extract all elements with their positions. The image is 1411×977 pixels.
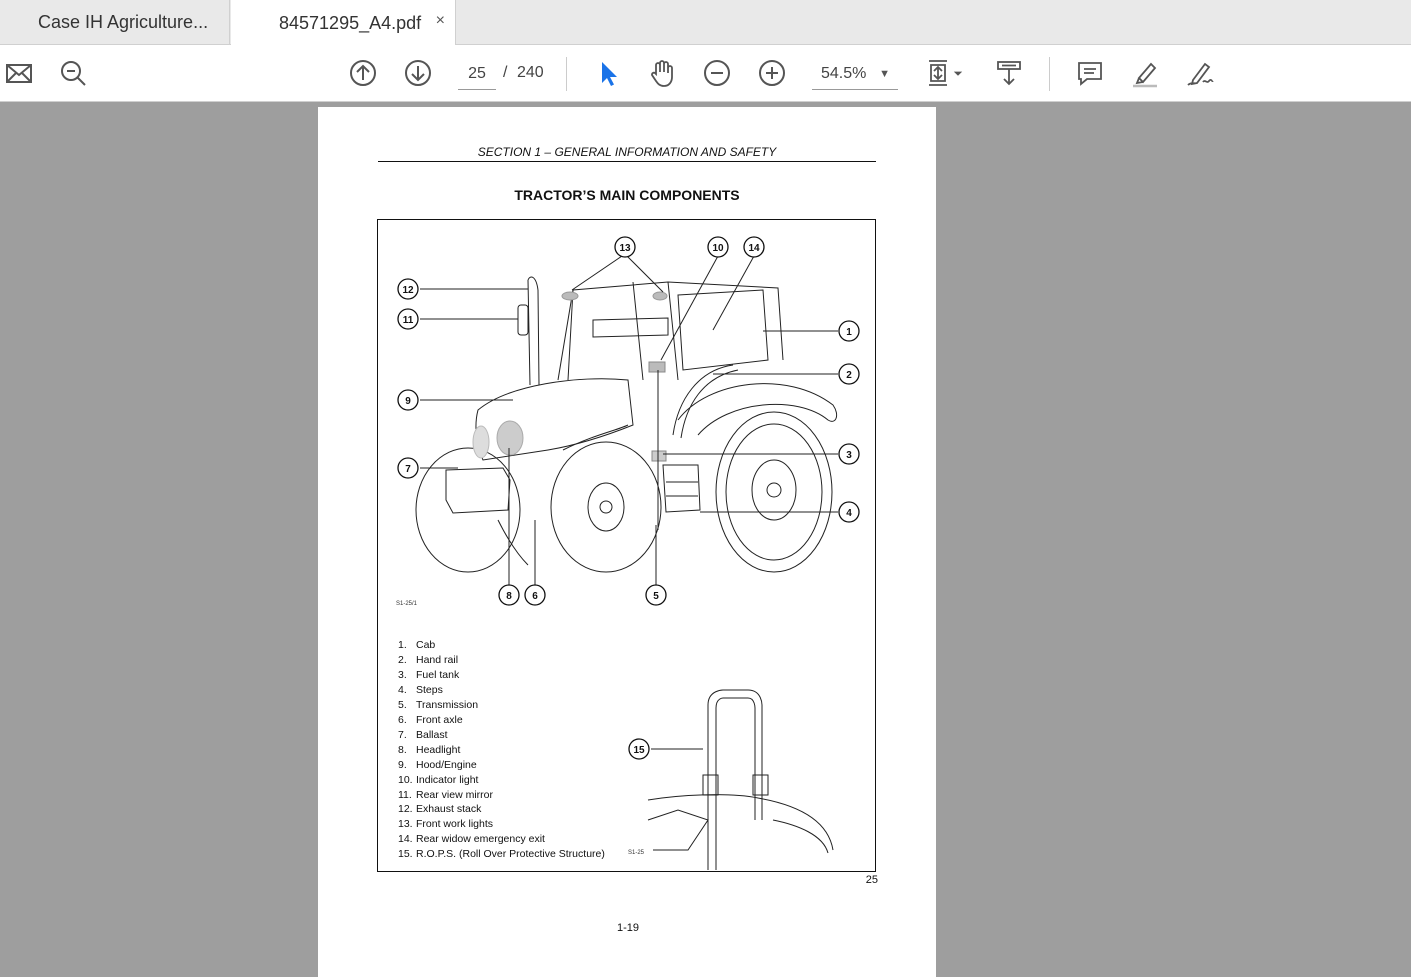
legend-item: 6. Front axle xyxy=(398,713,463,726)
document-viewer[interactable]: SECTION 1 – GENERAL INFORMATION AND SAFE… xyxy=(0,103,1411,977)
callout-2: 2 xyxy=(846,370,852,381)
toolbar-divider xyxy=(566,57,567,91)
tab-pdf-active[interactable]: 84571295_A4.pdf × xyxy=(231,0,456,46)
legend-item: 10. Indicator light xyxy=(398,773,479,786)
component-legend: 1. Cab 2. Hand rail 3. Fuel tank 4. Steps 5.… xyxy=(398,638,605,862)
callout-5: 5 xyxy=(653,591,659,602)
page-separator: / xyxy=(503,64,508,81)
zoom-value: 54.5% xyxy=(821,65,867,82)
pdf-page: SECTION 1 – GENERAL INFORMATION AND SAFE… xyxy=(318,107,936,977)
tab-case-ih[interactable]: Case IH Agriculture... xyxy=(0,0,230,45)
zoom-in-icon[interactable] xyxy=(754,55,790,91)
highlight-icon[interactable] xyxy=(1127,55,1163,91)
callout-7: 7 xyxy=(405,464,411,475)
corner-page-number: 25 xyxy=(865,874,878,886)
toolbar: 25 / 240 54.5% ▼ xyxy=(0,45,1411,102)
figure-box: 13 10 14 12 11 1 2 9 3 7 4 8 6 5 15 S1-2… xyxy=(377,219,876,872)
callout-13: 13 xyxy=(619,243,631,254)
legend-item: 7. Ballast xyxy=(398,728,448,741)
callout-3: 3 xyxy=(846,450,852,461)
figure-code: S1-25/1 xyxy=(396,601,418,607)
legend-item: 3. Fuel tank xyxy=(398,668,460,681)
page-title: TRACTOR’S MAIN COMPONENTS xyxy=(514,187,740,203)
callout-14: 14 xyxy=(748,243,760,254)
tab-bar: Case IH Agriculture... 84571295_A4.pdf × xyxy=(0,0,1411,46)
mail-icon[interactable] xyxy=(1,55,37,91)
callout-12: 12 xyxy=(402,285,414,296)
header-rule xyxy=(378,161,876,162)
legend-item: 15. R.O.P.S. (Roll Over Protective Struct… xyxy=(398,848,605,861)
legend-item: 9. Hood/Engine xyxy=(398,758,477,771)
page-up-icon[interactable] xyxy=(345,55,381,91)
callout-6: 6 xyxy=(532,591,538,602)
callout-11: 11 xyxy=(403,315,414,326)
tab-label: Case IH Agriculture... xyxy=(38,12,209,32)
legend-item: 12. Exhaust stack xyxy=(398,803,482,816)
callout-9: 9 xyxy=(405,396,411,407)
legend-item: 13. Front work lights xyxy=(398,818,494,831)
callout-4: 4 xyxy=(846,508,852,519)
legend-item: 14. Rear widow emergency exit xyxy=(398,833,545,846)
legend-item: 8. Headlight xyxy=(398,743,461,756)
legend-item: 11. Rear view mirror xyxy=(398,788,494,801)
page-down-icon[interactable] xyxy=(400,55,436,91)
total-pages: 240 xyxy=(517,64,544,81)
section-header: SECTION 1 – GENERAL INFORMATION AND SAFE… xyxy=(477,145,777,159)
hand-tool-icon[interactable] xyxy=(644,55,680,91)
legend-item: 2. Hand rail xyxy=(398,653,459,666)
legend-item: 5. Transmission xyxy=(398,698,479,711)
zoom-select[interactable]: 54.5% ▼ xyxy=(812,60,898,90)
callout-1: 1 xyxy=(846,327,852,338)
zoom-out-icon[interactable] xyxy=(699,55,735,91)
legend-item: 1. Cab xyxy=(398,639,436,651)
callout-8: 8 xyxy=(506,591,512,602)
page-number-input[interactable]: 25 xyxy=(458,60,496,90)
callout-15: 15 xyxy=(633,745,645,756)
toolbar-divider xyxy=(1049,57,1050,91)
chevron-down-icon[interactable] xyxy=(948,55,968,91)
close-tab-icon[interactable]: × xyxy=(436,12,445,30)
tab-label: 84571295_A4.pdf xyxy=(279,12,422,33)
select-cursor-icon[interactable] xyxy=(589,55,625,91)
chevron-down-icon: ▼ xyxy=(879,68,890,80)
legend-item: 4. Steps xyxy=(398,683,443,696)
search-icon[interactable] xyxy=(55,55,91,91)
figure-code: S1-25 xyxy=(628,850,645,856)
sign-icon[interactable] xyxy=(1182,55,1218,91)
callout-10: 10 xyxy=(712,243,724,254)
comment-icon[interactable] xyxy=(1072,55,1108,91)
scroll-mode-icon[interactable] xyxy=(991,55,1027,91)
page-footer-number: 1-19 xyxy=(616,922,640,934)
